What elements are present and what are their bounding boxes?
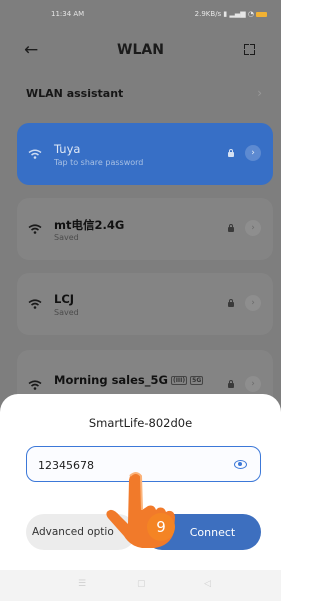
network-name-text: Morning sales_5G	[54, 373, 168, 387]
page-title: WLAN	[117, 42, 164, 58]
network-status: Saved	[54, 308, 79, 317]
network-name: LCJ	[54, 292, 75, 306]
lock-icon	[228, 380, 234, 388]
wifi-icon	[28, 299, 42, 309]
chevron-right-icon[interactable]: ›	[245, 220, 261, 236]
qr-scan-icon[interactable]	[244, 44, 255, 55]
menu-icon[interactable]: ☰	[78, 579, 86, 589]
status-indicators: 2.9KB/s ▮ ▂▄▆ ◔	[195, 10, 267, 18]
wifi-icon	[28, 149, 42, 159]
wlan-assistant-row[interactable]: WLAN assistant ›	[26, 82, 266, 104]
back-nav-icon[interactable]: ◁	[204, 579, 211, 589]
network-status: Saved	[54, 233, 79, 242]
network-item-lcj[interactable]: LCJ Saved ›	[17, 273, 273, 335]
navigation-bar: ☰ ▢ ◁	[0, 570, 281, 601]
phone-screen: 11:34 AM 2.9KB/s ▮ ▂▄▆ ◔ ← WLAN WLAN ass…	[0, 0, 281, 601]
band-badge: 5G	[190, 376, 204, 385]
lock-icon	[228, 149, 234, 157]
step-number-badge: 9	[147, 513, 175, 541]
battery-icon	[256, 11, 267, 17]
chevron-right-icon[interactable]: ›	[245, 145, 261, 161]
home-icon[interactable]: ▢	[137, 579, 146, 589]
title-bar: ← WLAN	[0, 36, 281, 64]
wifi-icon	[28, 224, 42, 234]
wifi-standard-badge: (III)	[170, 376, 188, 385]
pointing-hand-icon	[106, 472, 175, 548]
chevron-right-icon[interactable]: ›	[245, 376, 261, 392]
network-name: Morning sales_5G (III) 5G	[54, 373, 204, 387]
network-item-tuya[interactable]: Tuya Tap to share password ›	[17, 123, 273, 185]
lock-icon	[228, 299, 234, 307]
chevron-right-icon: ›	[257, 86, 262, 100]
wlan-assistant-label: WLAN assistant	[26, 87, 124, 100]
chevron-right-icon[interactable]: ›	[245, 295, 261, 311]
wifi-icon	[28, 380, 42, 390]
dialog-ssid: SmartLife-802d0e	[88, 416, 193, 430]
status-time: 11:34 AM	[51, 10, 85, 18]
eye-icon[interactable]	[234, 460, 247, 469]
network-status: Tap to share password	[54, 158, 144, 167]
network-name: Tuya	[54, 142, 81, 156]
network-speed: 2.9KB/s	[194, 10, 222, 18]
network-item-mt[interactable]: mt电信2.4G Saved ›	[17, 198, 273, 260]
status-bar: 11:34 AM 2.9KB/s ▮ ▂▄▆ ◔	[0, 10, 281, 28]
network-name: mt电信2.4G	[54, 218, 125, 232]
lock-icon	[228, 224, 234, 232]
